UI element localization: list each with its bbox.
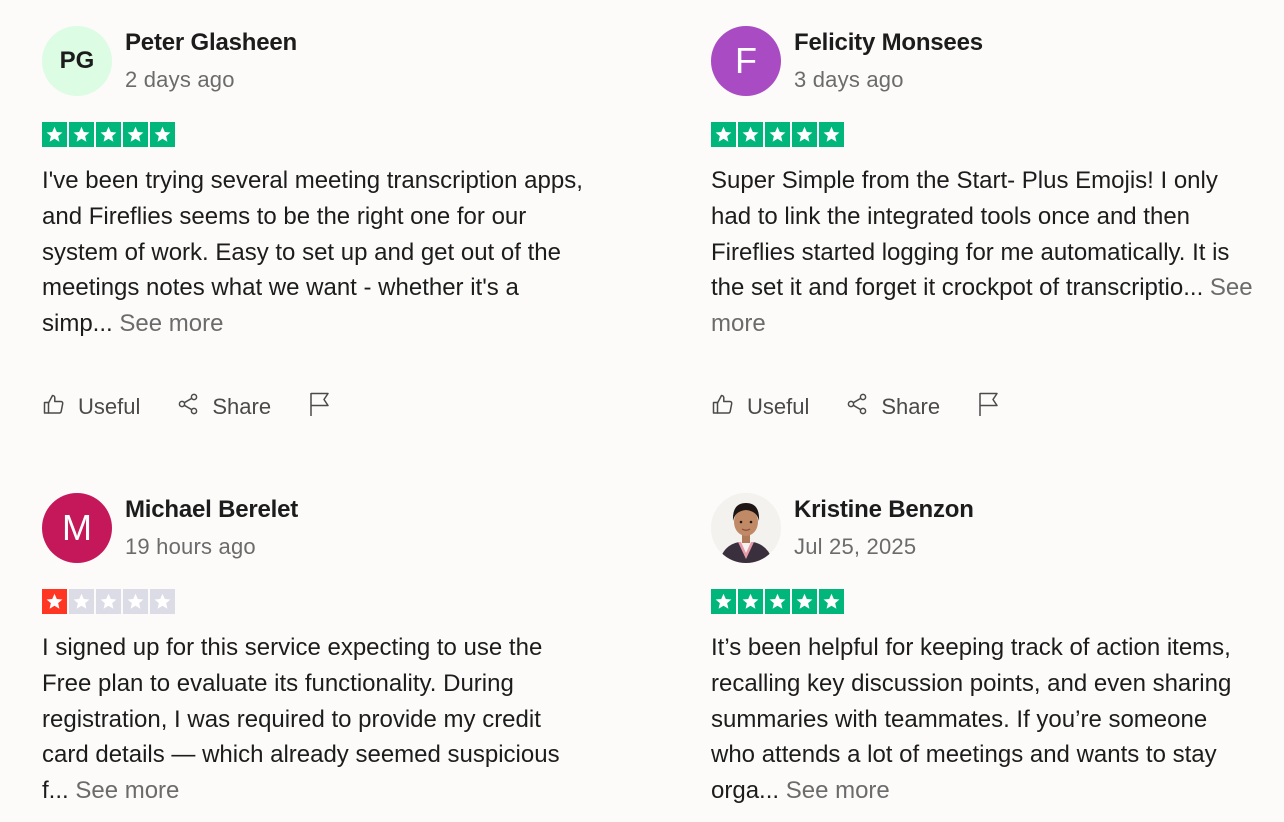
star-rating — [711, 589, 1256, 614]
reviewer-meta: Felicity Monsees 3 days ago — [794, 26, 983, 95]
review-header: F Felicity Monsees 3 days ago — [711, 26, 1256, 98]
share-icon — [176, 392, 212, 422]
reviewer-meta: Michael Berelet 19 hours ago — [125, 493, 298, 562]
reviewer-name[interactable]: Felicity Monsees — [794, 28, 983, 58]
review-actions: Useful Share — [42, 392, 587, 422]
avatar-photo[interactable] — [711, 493, 781, 563]
review-header: M Michael Berelet 19 hours ago — [42, 493, 587, 565]
star-filled-icon — [738, 589, 763, 614]
thumbs-up-icon — [711, 392, 747, 422]
star-filled-icon — [819, 589, 844, 614]
star-empty-icon — [150, 589, 175, 614]
review-card: M Michael Berelet 19 hours ago I signed … — [42, 493, 587, 809]
avatar[interactable]: PG — [42, 26, 112, 96]
share-icon — [845, 392, 881, 422]
reviewer-name[interactable]: Peter Glasheen — [125, 28, 297, 58]
review-text-container: I've been trying several meeting transcr… — [42, 163, 587, 342]
report-button[interactable] — [976, 391, 1012, 423]
avatar-letter: F — [735, 40, 757, 81]
review-card: Kristine Benzon Jul 25, 2025 It’s been h… — [711, 493, 1256, 809]
see-more-link[interactable]: See more — [119, 310, 223, 337]
review-date: 3 days ago — [794, 67, 904, 92]
review-date: 2 days ago — [125, 67, 235, 92]
person-photo-icon — [711, 493, 781, 563]
review-date: 19 hours ago — [125, 534, 256, 559]
reviewer-name[interactable]: Kristine Benzon — [794, 495, 974, 525]
useful-button[interactable]: Useful — [42, 392, 140, 422]
avatar-initials: PG — [59, 47, 95, 74]
flag-icon — [307, 391, 343, 423]
star-filled-icon — [765, 122, 790, 147]
report-button[interactable] — [307, 391, 343, 423]
avatar[interactable]: M — [42, 493, 112, 563]
share-button[interactable]: Share — [845, 392, 940, 422]
flag-icon — [976, 391, 1012, 423]
star-filled-icon — [819, 122, 844, 147]
star-filled-icon — [792, 122, 817, 147]
star-rating — [711, 122, 1256, 147]
star-rating — [42, 122, 587, 147]
review-text-container: Super Simple from the Start- Plus Emojis… — [711, 163, 1256, 342]
avatar[interactable]: F — [711, 26, 781, 96]
review-header: PG Peter Glasheen 2 days ago — [42, 26, 587, 98]
star-filled-icon — [96, 122, 121, 147]
review-actions: Useful Share — [711, 392, 1256, 422]
reviewer-meta: Peter Glasheen 2 days ago — [125, 26, 297, 95]
review-header: Kristine Benzon Jul 25, 2025 — [711, 493, 1256, 565]
share-label: Share — [881, 393, 941, 419]
useful-label: Useful — [78, 393, 141, 419]
star-empty-icon — [69, 589, 94, 614]
star-filled-icon — [792, 589, 817, 614]
review-card: PG Peter Glasheen 2 days ago I've been t… — [42, 26, 587, 422]
review-text: Super Simple from the Start- Plus Emojis… — [711, 167, 1230, 302]
star-filled-icon — [42, 122, 67, 147]
see-more-link[interactable]: See more — [786, 777, 890, 804]
star-filled-icon — [42, 589, 67, 614]
review-text-container: I signed up for this service expecting t… — [42, 630, 587, 809]
avatar-letter: M — [62, 507, 92, 548]
share-label: Share — [212, 393, 272, 419]
star-filled-icon — [123, 122, 148, 147]
star-rating — [42, 589, 587, 614]
review-text-container: It’s been helpful for keeping track of a… — [711, 630, 1256, 809]
star-filled-icon — [150, 122, 175, 147]
star-filled-icon — [738, 122, 763, 147]
see-more-link[interactable]: See more — [75, 777, 179, 804]
star-filled-icon — [69, 122, 94, 147]
star-filled-icon — [765, 589, 790, 614]
star-filled-icon — [711, 122, 736, 147]
thumbs-up-icon — [42, 392, 78, 422]
star-empty-icon — [96, 589, 121, 614]
review-card: F Felicity Monsees 3 days ago Super Simp… — [711, 26, 1256, 422]
reviewer-meta: Kristine Benzon Jul 25, 2025 — [794, 493, 974, 562]
review-date: Jul 25, 2025 — [794, 534, 917, 559]
star-empty-icon — [123, 589, 148, 614]
reviewer-name[interactable]: Michael Berelet — [125, 495, 298, 525]
star-filled-icon — [711, 589, 736, 614]
useful-button[interactable]: Useful — [711, 392, 809, 422]
share-button[interactable]: Share — [176, 392, 271, 422]
useful-label: Useful — [747, 393, 810, 419]
